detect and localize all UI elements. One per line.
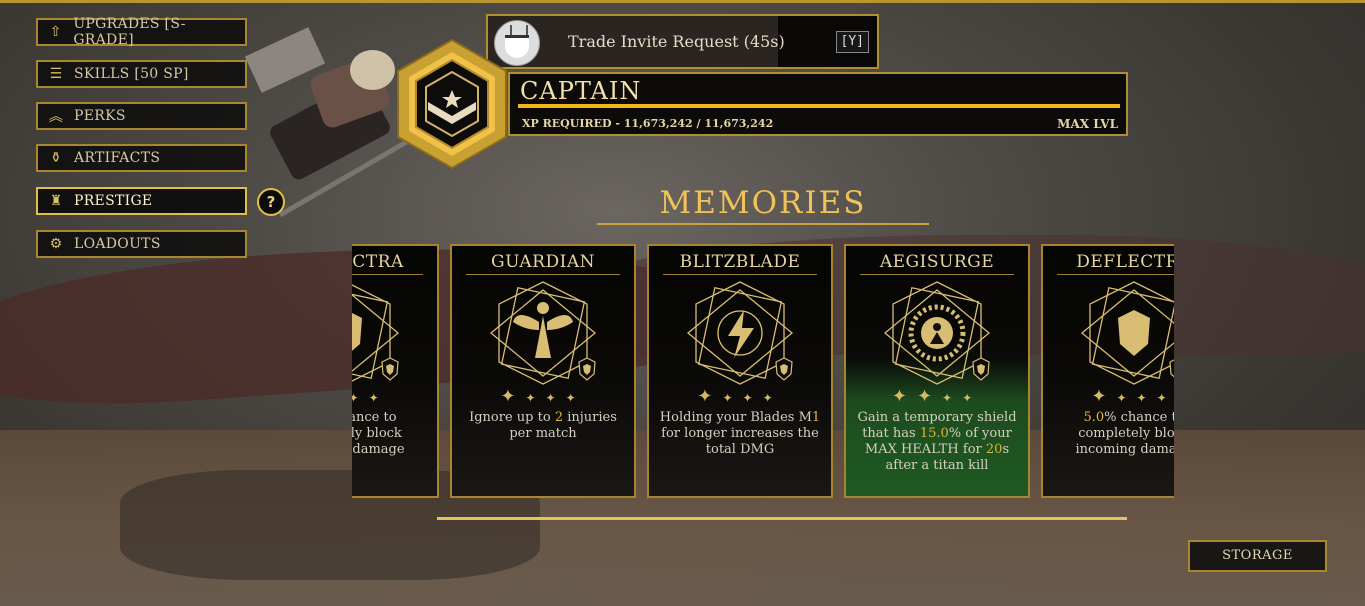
trade-invite-text: Trade Invite Request (45s) (568, 32, 785, 51)
skills-icon: ☰ (49, 66, 63, 82)
memory-description: Gain a temporary shield that has 15.0% o… (857, 410, 1017, 473)
perks-icon: ︽ (48, 109, 64, 125)
memory-bolt-icon (680, 278, 800, 388)
memory-star-rating: ✦✦✦✦ (352, 391, 389, 405)
memory-angel-icon (483, 278, 603, 388)
menu-item-label: PERKS (74, 108, 126, 124)
trade-invite-notification[interactable]: Trade Invite Request (45s) [Y] (486, 14, 879, 69)
menu-item-artifacts[interactable]: ⚱ ARTIFACTS (36, 144, 247, 172)
card-name-divider (1057, 274, 1174, 275)
memory-shield-icon (1074, 278, 1174, 388)
menu-item-label: SKILLS [50 SP] (74, 66, 189, 82)
memories-title: MEMORIES (659, 185, 867, 221)
title-divider (597, 223, 929, 225)
card-name-divider (466, 274, 620, 275)
menu-item-label: PRESTIGE (74, 193, 153, 209)
memory-card-name: BLITZBLADE (679, 252, 801, 272)
memory-card-blitzblade[interactable]: BLITZBLADE ✦✦✦✦ Holding your Blades M1 for… (647, 244, 833, 498)
screen-frame (0, 0, 1365, 3)
artifact-icon: ⚱ (49, 150, 63, 166)
memory-star-rating: ✦✦✦✦ (891, 386, 983, 407)
memory-card-name: AEGISURGE (879, 252, 995, 272)
menu-item-upgrades[interactable]: ⇧ UPGRADES [S- GRADE] (36, 16, 247, 48)
memory-card-name: DEFLECTRA (1076, 252, 1174, 272)
rank-title: CAPTAIN (520, 77, 642, 105)
memory-card-deflectra[interactable]: DEFLECTRA ✦✦✦✦ 5.0% chance to completely b… (1041, 244, 1174, 498)
menu-item-label: UPGRADES [S- GRADE] (73, 16, 186, 48)
memory-description: Ignore up to 2 injuries per match (469, 410, 617, 441)
menu-item-perks[interactable]: ︽ PERKS (36, 102, 247, 130)
memory-description: Holding your Blades M1 for longer increa… (659, 410, 821, 457)
memory-cards-carousel[interactable]: DEFLECTRA ✦✦✦✦ 5.0% chance to completely b… (352, 244, 1174, 500)
memory-card-name: GUARDIAN (491, 252, 595, 272)
memory-card-name: DEFLECTRA (352, 252, 404, 272)
accept-key-hint[interactable]: [Y] (835, 31, 869, 53)
rank-panel: CAPTAIN XP REQUIRED - 11,673,242 / 11,67… (508, 72, 1128, 136)
memory-description: 5.0% chance to completely block incoming… (352, 410, 405, 457)
card-name-divider (663, 274, 817, 275)
storage-button[interactable]: STORAGE (1188, 540, 1327, 572)
upgrade-icon: ⇧ (49, 24, 62, 40)
max-level-text: MAX LVL (1057, 117, 1118, 131)
menu-item-label: LOADOUTS (74, 236, 161, 252)
memory-card-aegisurge[interactable]: AEGISURGE ✦✦✦✦ Gain a temporary shield tha… (844, 244, 1030, 498)
menu-item-skills[interactable]: ☰ SKILLS [50 SP] (36, 60, 247, 88)
menu-item-label: ARTIFACTS (74, 150, 161, 166)
menu-item-prestige[interactable]: ♜ PRESTIGE (36, 187, 247, 215)
loadouts-icon: ⚙ (49, 236, 63, 252)
memory-description: 5.0% chance to completely block incoming… (1075, 410, 1174, 457)
card-name-divider (860, 274, 1014, 275)
memory-sun-icon (877, 278, 997, 388)
memory-card-guardian[interactable]: GUARDIAN ✦✦✦✦ Ignore up to 2 injuries per … (450, 244, 636, 498)
memory-star-rating: ✦✦✦✦ (697, 386, 783, 407)
help-button[interactable]: ? (257, 188, 285, 216)
prestige-icon: ♜ (49, 193, 63, 209)
memory-card-deflectra[interactable]: DEFLECTRA ✦✦✦✦ 5.0% chance to completely b… (352, 244, 439, 498)
rank-emblem-icon (397, 38, 507, 170)
memory-star-rating: ✦✦✦✦ (500, 386, 586, 407)
memory-star-rating: ✦✦✦✦ (1091, 386, 1174, 407)
xp-progress-bar (518, 104, 1120, 108)
card-name-divider (352, 274, 423, 275)
carousel-divider (437, 517, 1127, 520)
menu-item-loadouts[interactable]: ⚙ LOADOUTS (36, 230, 247, 258)
xp-required-text: XP REQUIRED - 11,673,242 / 11,673,242 (522, 117, 774, 130)
memory-shield-icon (352, 278, 406, 388)
